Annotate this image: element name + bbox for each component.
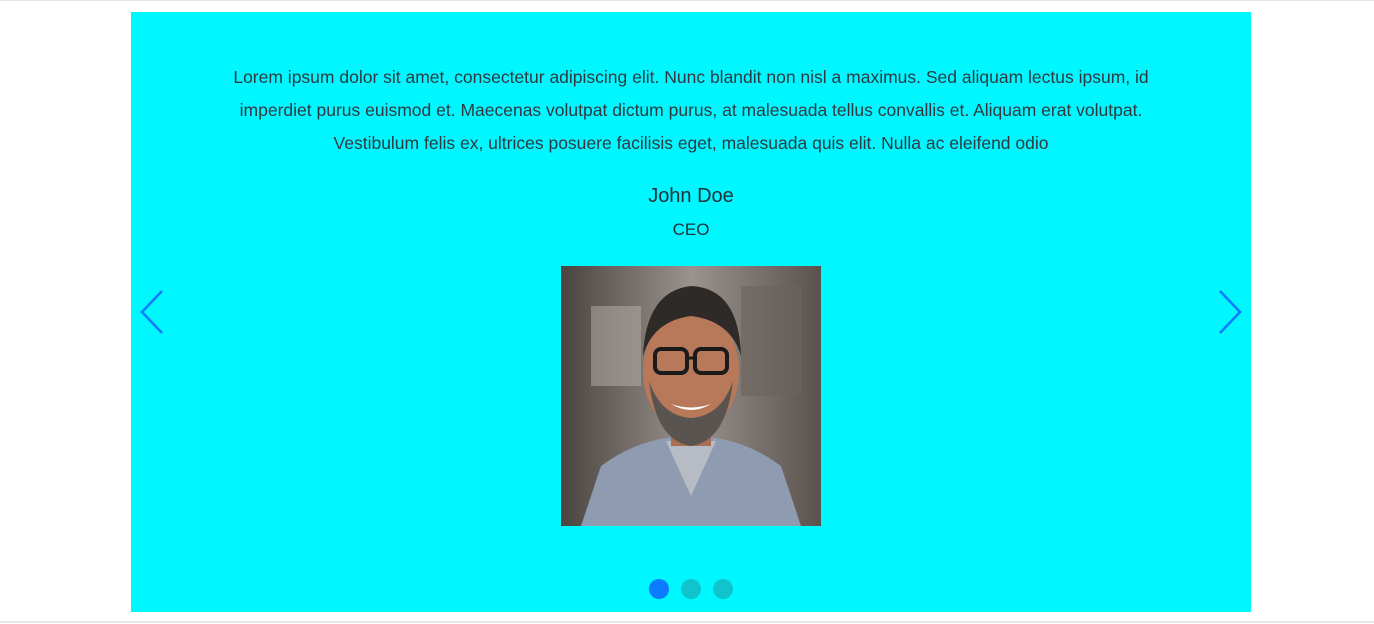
- carousel-indicators: [131, 579, 1251, 599]
- page: Lorem ipsum dolor sit amet, consectetur …: [0, 0, 1374, 624]
- top-divider: [0, 0, 1374, 1]
- carousel-indicator-3[interactable]: [713, 579, 733, 599]
- bottom-divider: [0, 621, 1374, 623]
- chevron-left-icon: [140, 290, 163, 334]
- carousel-indicator-1[interactable]: [649, 579, 669, 599]
- testimonial-quote: Lorem ipsum dolor sit amet, consectetur …: [233, 67, 1149, 153]
- previous-slide-button[interactable]: [133, 282, 173, 342]
- testimonial-name: John Doe: [648, 185, 734, 207]
- testimonial-carousel: Lorem ipsum dolor sit amet, consectetur …: [131, 12, 1251, 612]
- carousel-indicator-2[interactable]: [681, 579, 701, 599]
- testimonial-title: CEO: [672, 220, 710, 239]
- testimonial-photo: [561, 266, 821, 526]
- next-slide-button[interactable]: [1209, 282, 1249, 342]
- chevron-right-icon: [1219, 290, 1242, 334]
